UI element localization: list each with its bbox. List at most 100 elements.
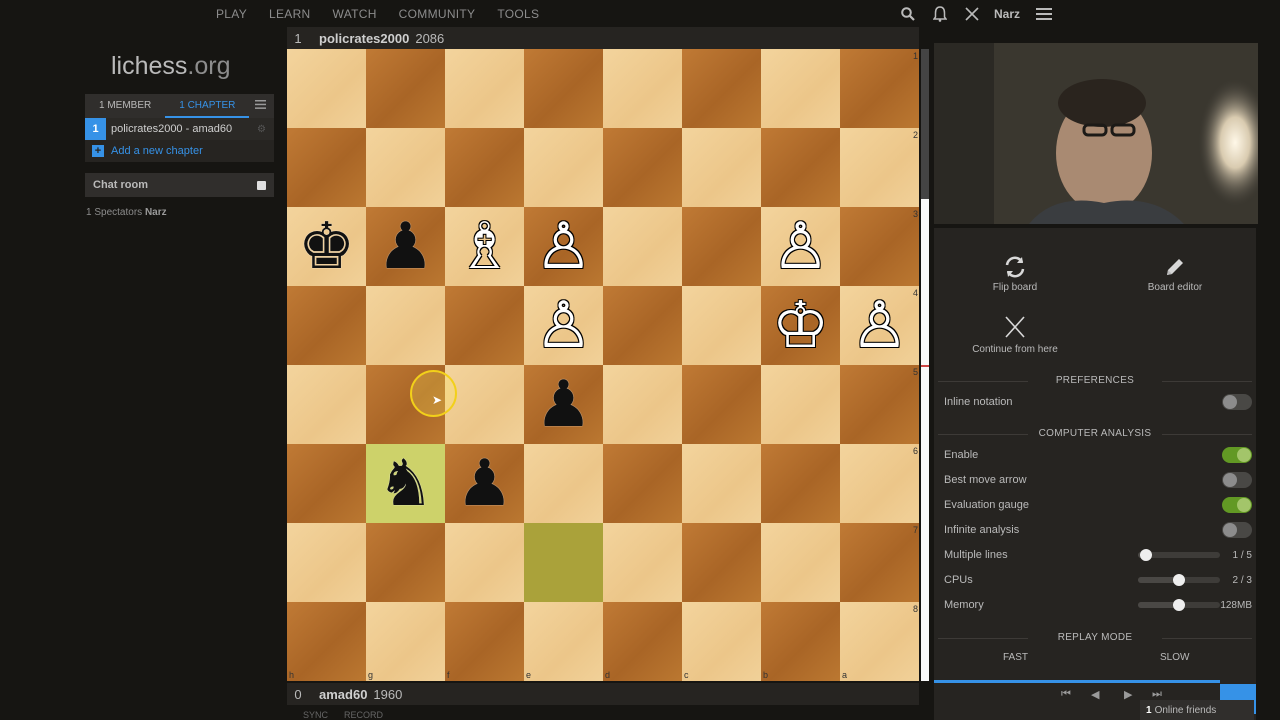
site-logo[interactable]: lichess.org bbox=[111, 52, 231, 81]
square-a6[interactable] bbox=[840, 444, 919, 523]
nav-watch[interactable]: WATCH bbox=[333, 7, 377, 21]
enable-toggle[interactable] bbox=[1222, 447, 1252, 463]
swords-icon[interactable] bbox=[962, 5, 982, 23]
infinite-analysis-toggle[interactable] bbox=[1222, 522, 1252, 538]
gear-icon[interactable]: ⚙ bbox=[257, 124, 266, 135]
square-c2[interactable] bbox=[682, 128, 761, 207]
first-move-icon[interactable]: ⏮ bbox=[1061, 688, 1071, 701]
top-player-name[interactable]: policrates2000 bbox=[319, 31, 409, 46]
white-pawn-piece[interactable]: ♙ bbox=[524, 207, 603, 286]
black-knight-piece[interactable]: ♞ bbox=[366, 444, 445, 523]
square-d8[interactable] bbox=[603, 602, 682, 681]
square-d2[interactable] bbox=[603, 128, 682, 207]
replay-slow-button[interactable]: SLOW bbox=[1160, 652, 1189, 663]
square-c7[interactable] bbox=[682, 523, 761, 602]
square-b2[interactable] bbox=[761, 128, 840, 207]
chat-toggle-checkbox[interactable] bbox=[257, 180, 266, 190]
square-h7[interactable] bbox=[287, 523, 366, 602]
tab-chapters[interactable]: 1 CHAPTER bbox=[165, 94, 250, 118]
square-g2[interactable] bbox=[366, 128, 445, 207]
nav-play[interactable]: PLAY bbox=[216, 7, 247, 21]
square-c3[interactable] bbox=[682, 207, 761, 286]
square-f5[interactable] bbox=[445, 365, 524, 444]
sync-button[interactable]: SYNC bbox=[303, 710, 328, 720]
square-e7[interactable] bbox=[524, 523, 603, 602]
square-e1[interactable] bbox=[524, 49, 603, 128]
white-pawn-piece[interactable]: ♙ bbox=[761, 207, 840, 286]
square-c5[interactable] bbox=[682, 365, 761, 444]
flip-board-button[interactable]: Flip board bbox=[955, 248, 1075, 293]
multiple-lines-slider[interactable] bbox=[1138, 549, 1220, 561]
square-d7[interactable] bbox=[603, 523, 682, 602]
chat-room-header[interactable]: Chat room bbox=[85, 173, 274, 197]
square-b7[interactable] bbox=[761, 523, 840, 602]
square-e6[interactable] bbox=[524, 444, 603, 523]
bell-icon[interactable] bbox=[930, 5, 950, 23]
evaluation-gauge-toggle[interactable] bbox=[1222, 497, 1252, 513]
square-f4[interactable] bbox=[445, 286, 524, 365]
square-b1[interactable] bbox=[761, 49, 840, 128]
square-d1[interactable] bbox=[603, 49, 682, 128]
square-g4[interactable] bbox=[366, 286, 445, 365]
square-a7[interactable] bbox=[840, 523, 919, 602]
record-button[interactable]: RECORD bbox=[344, 710, 383, 720]
chess-board[interactable]: 1 2 3 4 5 6 7 8 h g f e d c b a ♚ ♟ ♗ ♙ ♙ ♙ ♔ ♙ ♟ ♞ ♟ bbox=[287, 49, 919, 681]
square-a1[interactable] bbox=[840, 49, 919, 128]
cpus-slider[interactable] bbox=[1138, 574, 1220, 586]
square-b5[interactable] bbox=[761, 365, 840, 444]
square-c8[interactable] bbox=[682, 602, 761, 681]
memory-slider[interactable] bbox=[1138, 599, 1220, 611]
black-pawn-piece[interactable]: ♟ bbox=[445, 444, 524, 523]
white-pawn-piece[interactable]: ♙ bbox=[524, 286, 603, 365]
nav-tools[interactable]: TOOLS bbox=[497, 7, 539, 21]
username[interactable]: Narz bbox=[994, 7, 1020, 21]
white-king-piece[interactable]: ♔ bbox=[761, 286, 840, 365]
square-e2[interactable] bbox=[524, 128, 603, 207]
square-f2[interactable] bbox=[445, 128, 524, 207]
study-menu-icon[interactable] bbox=[255, 100, 266, 112]
square-d6[interactable] bbox=[603, 444, 682, 523]
square-c4[interactable] bbox=[682, 286, 761, 365]
square-d3[interactable] bbox=[603, 207, 682, 286]
online-friends[interactable]: 1 Online friends bbox=[1140, 700, 1254, 720]
square-a5[interactable] bbox=[840, 365, 919, 444]
square-g8[interactable] bbox=[366, 602, 445, 681]
black-pawn-piece[interactable]: ♟ bbox=[524, 365, 603, 444]
nav-learn[interactable]: LEARN bbox=[269, 7, 311, 21]
square-h4[interactable] bbox=[287, 286, 366, 365]
square-h8[interactable] bbox=[287, 602, 366, 681]
black-king-piece[interactable]: ♚ bbox=[287, 207, 366, 286]
square-a2[interactable] bbox=[840, 128, 919, 207]
next-move-icon[interactable]: ▶ bbox=[1124, 688, 1132, 701]
tab-members[interactable]: 1 MEMBER bbox=[85, 94, 165, 118]
square-f7[interactable] bbox=[445, 523, 524, 602]
square-f1[interactable] bbox=[445, 49, 524, 128]
chapter-item[interactable]: 1 policrates2000 - amad60 ⚙ bbox=[85, 118, 274, 140]
bottom-player-name[interactable]: amad60 bbox=[319, 687, 367, 702]
square-g7[interactable] bbox=[366, 523, 445, 602]
square-c1[interactable] bbox=[682, 49, 761, 128]
inline-notation-toggle[interactable] bbox=[1222, 394, 1252, 410]
square-d4[interactable] bbox=[603, 286, 682, 365]
white-bishop-piece[interactable]: ♗ bbox=[445, 207, 524, 286]
hamburger-icon[interactable] bbox=[1034, 5, 1054, 23]
board-editor-button[interactable]: Board editor bbox=[1115, 248, 1235, 293]
replay-fast-button[interactable]: FAST bbox=[1003, 652, 1028, 663]
nav-community[interactable]: COMMUNITY bbox=[399, 7, 476, 21]
square-b6[interactable] bbox=[761, 444, 840, 523]
add-chapter-button[interactable]: + Add a new chapter bbox=[85, 140, 274, 162]
square-a3[interactable] bbox=[840, 207, 919, 286]
square-f8[interactable] bbox=[445, 602, 524, 681]
search-icon[interactable] bbox=[898, 5, 918, 23]
square-d5[interactable] bbox=[603, 365, 682, 444]
square-c6[interactable] bbox=[682, 444, 761, 523]
white-pawn-piece[interactable]: ♙ bbox=[840, 286, 919, 365]
square-b8[interactable] bbox=[761, 602, 840, 681]
square-h2[interactable] bbox=[287, 128, 366, 207]
square-h5[interactable] bbox=[287, 365, 366, 444]
black-pawn-piece[interactable]: ♟ bbox=[366, 207, 445, 286]
best-move-arrow-toggle[interactable] bbox=[1222, 472, 1252, 488]
square-h6[interactable] bbox=[287, 444, 366, 523]
square-h1[interactable] bbox=[287, 49, 366, 128]
square-e8[interactable] bbox=[524, 602, 603, 681]
